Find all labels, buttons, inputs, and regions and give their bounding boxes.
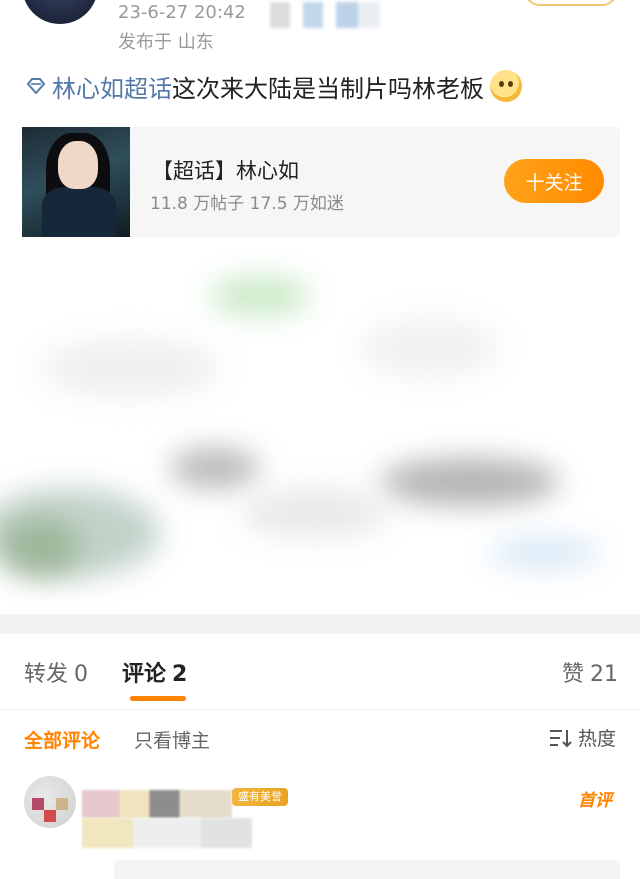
tab-likes-label: 赞 xyxy=(562,662,585,687)
author-avatar[interactable] xyxy=(22,0,98,24)
header-follow-button[interactable] xyxy=(524,0,618,6)
first-comment-label: 首评 xyxy=(578,791,612,811)
tab-comments-label: 评论 xyxy=(122,662,167,687)
interaction-tabs: 转发 0 评论 2 赞 21 xyxy=(0,634,640,710)
active-tab-indicator xyxy=(130,696,186,701)
blurred-comment-text xyxy=(82,818,252,848)
user-title-badge: 盛有美誉 xyxy=(232,788,288,806)
post-text: 这次来大陆是当制片吗林老板 xyxy=(172,74,484,103)
sort-label: 热度 xyxy=(578,728,617,750)
post-content: 林心如超话 这次来大陆是当制片吗林老板 xyxy=(24,66,522,106)
comment-filter-row: 全部评论 只看博主 热度 xyxy=(0,710,640,766)
follow-supertopic-button[interactable]: 十关注 xyxy=(504,159,604,203)
supertopic-card[interactable]: 【超话】林心如 11.8 万帖子 17.5 万如迷 十关注 xyxy=(22,127,620,237)
laughing-emoji-icon xyxy=(490,70,522,102)
post-time: 23-6-27 20:42 xyxy=(118,2,246,23)
tab-comments-count: 2 xyxy=(172,662,188,687)
supertopic-title: 【超话】林心如 xyxy=(152,159,299,183)
tab-repost-count: 0 xyxy=(74,662,89,687)
tab-likes-count: 21 xyxy=(590,662,619,687)
tab-likes[interactable]: 赞 21 xyxy=(562,656,618,688)
tab-repost[interactable]: 转发 0 xyxy=(24,656,88,688)
post-image-blurred[interactable] xyxy=(0,238,640,614)
comment-replies-box[interactable] xyxy=(114,860,620,879)
blurred-username xyxy=(82,790,232,818)
post-header: 23-6-27 20:42 发布于 山东 xyxy=(0,0,640,60)
supertopic-diamond-icon xyxy=(24,74,48,98)
filter-owner-only[interactable]: 只看博主 xyxy=(134,726,210,753)
blurred-source xyxy=(270,2,380,28)
supertopic-cover-image xyxy=(22,127,130,237)
filter-all-comments[interactable]: 全部评论 xyxy=(24,726,100,753)
weibo-post-page: 23-6-27 20:42 发布于 山东 林心如超话 这次来大陆是当制片吗林老板… xyxy=(0,0,640,879)
tab-repost-label: 转发 xyxy=(24,662,69,687)
sort-icon xyxy=(550,729,572,747)
post-location: 发布于 山东 xyxy=(118,32,214,53)
comment-item: 盛有美誉 首评 xyxy=(0,768,640,879)
tab-comments[interactable]: 评论 2 xyxy=(122,656,187,688)
supertopic-link[interactable]: 林心如超话 xyxy=(52,69,172,104)
sort-by-heat[interactable]: 热度 xyxy=(548,724,616,751)
section-separator xyxy=(0,614,640,634)
commenter-avatar[interactable] xyxy=(24,776,76,828)
supertopic-stats: 11.8 万帖子 17.5 万如迷 xyxy=(150,194,344,214)
